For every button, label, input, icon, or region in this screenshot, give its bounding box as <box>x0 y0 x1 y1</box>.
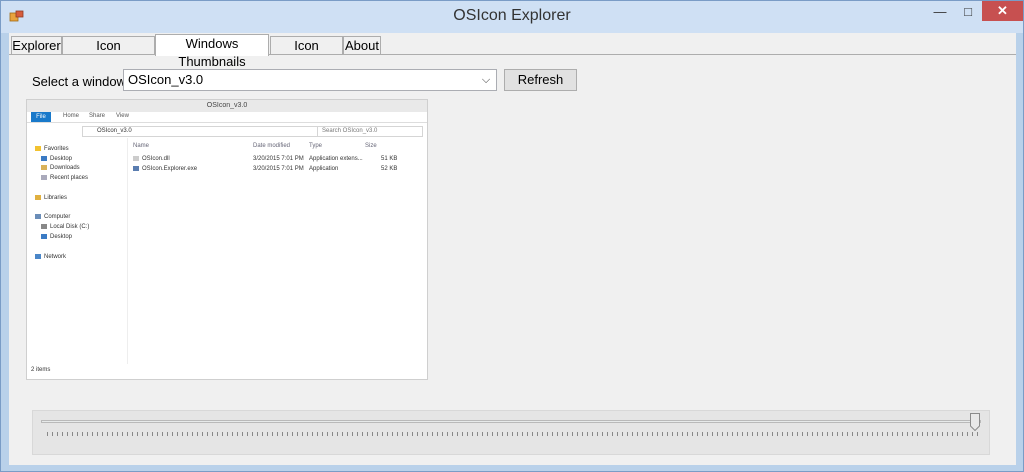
thumb-nav-desktop2: Desktop <box>41 234 72 240</box>
thumb-file-label: OSIcon.Explorer.exe <box>142 166 198 173</box>
network-icon <box>35 254 41 259</box>
thumb-nav-libraries: Libraries <box>35 195 67 201</box>
thumb-file-type: Application <box>309 166 339 172</box>
desktop-icon <box>41 156 47 161</box>
thumb-nav-label: Computer <box>44 214 71 221</box>
thumb-ribbon-share: Share <box>89 113 106 119</box>
tab-explorer[interactable]: Explorer <box>11 36 62 54</box>
windows-thumbnails-panel: Select a window: OSIcon_v3.0 ⌵ Refresh O… <box>9 55 1016 465</box>
thumb-nav-pane: Favorites Desktop Downloads Recent place… <box>27 138 128 364</box>
close-icon: ✕ <box>997 3 1008 18</box>
thumb-nav-recent: Recent places <box>41 175 88 181</box>
thumb-nav-favorites: Favorites <box>35 146 69 152</box>
thumb-status-bar: 2 items <box>31 367 51 373</box>
select-window-label: Select a window: <box>32 74 130 89</box>
minimize-button[interactable]: — <box>926 1 954 21</box>
thumb-file-type: Application extens... <box>309 156 363 162</box>
tab-about[interactable]: About <box>343 36 381 54</box>
window-select[interactable]: OSIcon_v3.0 ⌵ <box>123 69 497 91</box>
close-button[interactable]: ✕ <box>982 1 1023 21</box>
thumb-file-name: OSIcon.Explorer.exe <box>133 166 197 172</box>
desktop-icon <box>41 234 47 239</box>
maximize-icon: □ <box>964 3 972 19</box>
thumb-nav-label: Downloads <box>50 165 80 172</box>
thumb-nav-computer: Computer <box>35 214 70 220</box>
disk-icon <box>41 224 47 229</box>
thumb-address-bar: OSIcon_v3.0 <box>82 126 318 137</box>
thumb-col-name: Name <box>133 143 150 149</box>
tab-icon-explorer[interactable]: Icon Explorer <box>270 36 343 71</box>
thumb-nav-desktop: Desktop <box>41 156 72 162</box>
thumb-search-box: Search OSIcon_v3.0 <box>317 126 423 137</box>
thumb-nav-local-disk: Local Disk (C:) <box>41 224 89 230</box>
thumb-col-type: Type <box>309 143 323 149</box>
recent-places-icon <box>41 175 47 180</box>
thumb-nav-label: Favorites <box>44 146 69 153</box>
thumb-file-size: 51 KB <box>381 156 398 162</box>
refresh-button[interactable]: Refresh <box>504 69 577 91</box>
thumb-nav-network: Network <box>35 254 66 260</box>
thumb-nav-label: Libraries <box>44 195 68 202</box>
window-thumbnail: OSIcon_v3.0 File Home Share View OSIcon_… <box>26 99 428 380</box>
slider-track[interactable] <box>41 420 981 423</box>
thumb-file-label: OSIcon.dll <box>142 156 170 163</box>
computer-icon <box>35 214 41 219</box>
thumb-nav-label: Recent places <box>50 175 89 182</box>
thumb-file-name: OSIcon.dll <box>133 156 170 162</box>
title-bar[interactable]: OSIcon Explorer — □ ✕ <box>1 1 1023 33</box>
thumb-title: OSIcon_v3.0 <box>206 102 248 109</box>
thumb-nav-label: Local Disk (C:) <box>50 224 90 231</box>
downloads-icon <box>41 165 47 170</box>
thumb-file-date: 3/20/2015 7:01 PM <box>253 166 304 172</box>
exe-file-icon <box>133 166 139 171</box>
thumb-ribbon-view: View <box>116 113 129 119</box>
slider-ticks <box>47 432 979 436</box>
tab-icon-associations[interactable]: Icon Associations <box>62 36 155 71</box>
libraries-icon <box>35 195 41 200</box>
tab-windows-thumbnails[interactable]: Windows Thumbnails <box>155 34 269 69</box>
client-area: Explorer Icon Associations Windows Thumb… <box>9 33 1016 465</box>
minimize-icon: — <box>933 3 947 19</box>
thumb-file-size: 52 KB <box>381 166 398 172</box>
window-select-value: OSIcon_v3.0 <box>128 72 204 87</box>
thumb-ribbon <box>27 112 427 123</box>
thumb-col-size: Size <box>365 143 377 149</box>
star-icon <box>35 146 41 151</box>
chevron-down-icon[interactable]: ⌵ <box>479 72 493 88</box>
slider-thumb[interactable] <box>970 413 980 431</box>
thumbnail-size-slider[interactable] <box>32 410 990 455</box>
thumb-nav-label: Desktop <box>50 156 73 163</box>
window-title: OSIcon Explorer <box>453 7 571 24</box>
thumb-title-bar: OSIcon_v3.0 <box>27 100 427 112</box>
dll-file-icon <box>133 156 139 161</box>
thumb-nav-downloads: Downloads <box>41 165 80 171</box>
maximize-button[interactable]: □ <box>954 1 982 21</box>
thumb-nav-label: Desktop <box>50 234 73 241</box>
thumb-file-date: 3/20/2015 7:01 PM <box>253 156 304 162</box>
thumb-ribbon-file: File <box>31 112 51 122</box>
thumb-ribbon-home: Home <box>63 113 80 119</box>
thumb-col-date: Date modified <box>253 143 291 149</box>
app-window: OSIcon Explorer — □ ✕ Explorer Icon Asso… <box>0 0 1024 472</box>
thumb-nav-label: Network <box>44 254 67 261</box>
